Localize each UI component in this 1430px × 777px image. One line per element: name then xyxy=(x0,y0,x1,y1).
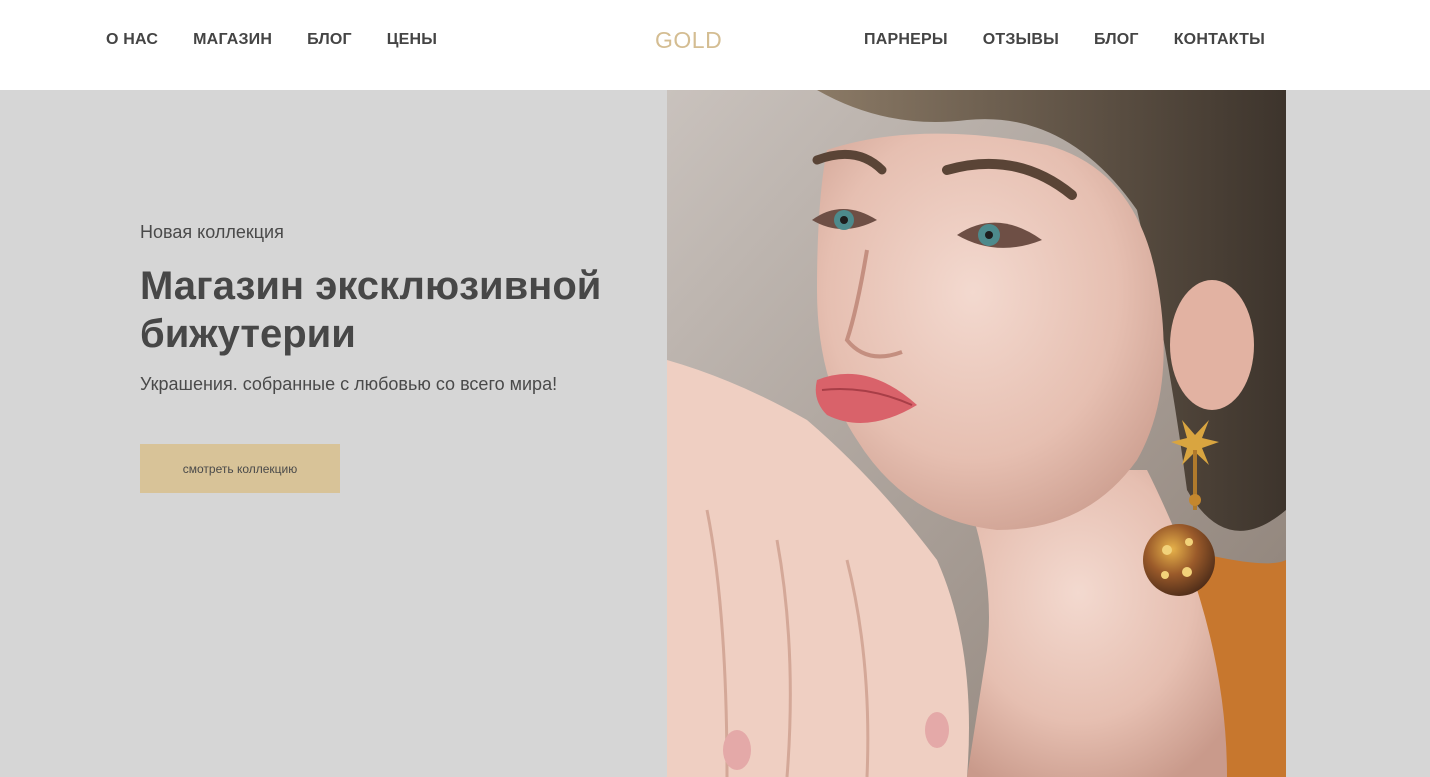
view-collection-button[interactable]: смотреть коллекцию xyxy=(140,444,340,493)
hero-section: Новая коллекция Магазин эксклюзивной биж… xyxy=(0,90,1430,777)
nav-link-blog-secondary[interactable]: БЛОГ xyxy=(1094,30,1139,50)
hero-model-photo xyxy=(667,90,1286,777)
nav-right: ПАРНЕРЫ ОТЗЫВЫ БЛОГ КОНТАКТЫ xyxy=(864,30,1265,50)
hero-eyebrow: Новая коллекция xyxy=(140,222,284,242)
nav-link-prices[interactable]: ЦЕНЫ xyxy=(387,30,437,50)
nav-link-blog[interactable]: БЛОГ xyxy=(307,30,352,50)
nav-left: О НАС МАГАЗИН БЛОГ ЦЕНЫ xyxy=(106,30,437,50)
nav-link-about[interactable]: О НАС xyxy=(106,30,158,50)
nav-link-contacts[interactable]: КОНТАКТЫ xyxy=(1174,30,1265,50)
hero-headline: Магазин эксклюзивной бижутерии xyxy=(140,264,602,356)
site-logo[interactable]: GOLD xyxy=(655,27,722,53)
nav-link-shop[interactable]: МАГАЗИН xyxy=(193,30,272,50)
nav-link-partners[interactable]: ПАРНЕРЫ xyxy=(864,30,948,50)
nav-link-reviews[interactable]: ОТЗЫВЫ xyxy=(983,30,1059,50)
site-header: О НАС МАГАЗИН БЛОГ ЦЕНЫ GOLD ПАРНЕРЫ ОТЗ… xyxy=(0,0,1430,90)
hero-subtitle: Украшения. собранные с любовью со всего … xyxy=(140,374,558,394)
